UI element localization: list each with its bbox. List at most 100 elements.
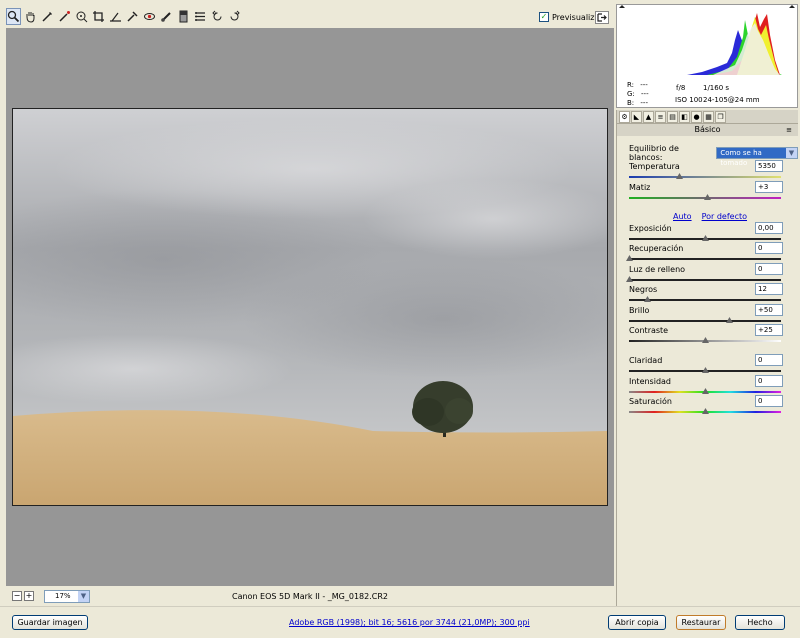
r-label: R: [627, 81, 635, 89]
adjustment-brush-icon[interactable] [159, 8, 174, 25]
toolbar [6, 4, 614, 28]
lens-tab-icon[interactable]: ◧ [679, 111, 690, 123]
b-value: --- [640, 99, 648, 107]
contrast-thumb[interactable] [702, 337, 709, 344]
temperature-input[interactable]: 5350 [755, 160, 783, 172]
fill-light-input[interactable]: 0 [755, 263, 783, 275]
temperature-thumb[interactable] [676, 173, 684, 180]
brightness-thumb[interactable] [726, 317, 734, 324]
zoom-icon[interactable] [6, 7, 21, 25]
reset-button[interactable]: Restaurar [676, 615, 726, 630]
histogram-readout: R: --- G: --- B: --- f/8 1/160 s ISO 100… [617, 79, 797, 107]
tint-slider: Matiz +3 [629, 181, 783, 202]
blacks-thumb[interactable] [644, 296, 652, 303]
brightness-label: Brillo [629, 306, 650, 315]
saturation-input[interactable]: 0 [755, 395, 783, 407]
split-toning-tab-icon[interactable]: ▤ [667, 111, 678, 123]
blacks-slider: Negros 12 [629, 283, 783, 304]
checkbox-check-icon[interactable]: ✓ [539, 12, 549, 22]
detail-tab-icon[interactable]: ▲ [643, 111, 654, 123]
saturation-label: Saturación [629, 397, 672, 406]
fill-light-thumb[interactable] [626, 276, 633, 283]
iso-value: ISO 100 [675, 96, 703, 104]
clarity-thumb[interactable] [702, 367, 709, 374]
brightness-track[interactable] [629, 320, 781, 322]
presets-tab-icon[interactable]: ▦ [703, 111, 714, 123]
hsl-tab-icon[interactable]: ≡ [655, 111, 666, 123]
photo-preview[interactable] [12, 108, 608, 506]
brightness-input[interactable]: +50 [755, 304, 783, 316]
done-button[interactable]: Hecho [735, 615, 785, 630]
camera-filename: Canon EOS 5D Mark II - _MG_0182.CR2 [231, 591, 389, 601]
fullscreen-button[interactable] [595, 11, 609, 24]
saturation-thumb[interactable] [702, 408, 709, 415]
tint-thumb[interactable] [703, 194, 711, 201]
g-label: G: [627, 90, 635, 98]
lens-value: 24-105@24 mm [703, 96, 760, 104]
histogram-chart [617, 5, 797, 75]
snapshots-tab-icon[interactable]: ❐ [715, 111, 726, 123]
camera-calibration-tab-icon[interactable]: ● [691, 111, 702, 123]
landscape-photo [13, 109, 607, 505]
save-image-button[interactable]: Guardar imagen [12, 615, 88, 630]
white-balance-icon[interactable] [40, 8, 55, 25]
g-value: --- [641, 90, 649, 98]
vibrance-slider: Intensidad 0 [629, 375, 783, 396]
highlight-clipping-icon[interactable] [789, 5, 795, 8]
hand-icon[interactable] [23, 8, 38, 25]
vibrance-input[interactable]: 0 [755, 375, 783, 387]
contrast-label: Contraste [629, 326, 669, 335]
recovery-input[interactable]: 0 [755, 242, 783, 254]
clarity-input[interactable]: 0 [755, 354, 783, 366]
recovery-track[interactable] [629, 258, 781, 260]
spot-removal-icon[interactable] [125, 8, 140, 25]
status-bar: − + 17% ▼ Canon EOS 5D Mark II - _MG_018… [6, 586, 614, 606]
default-link[interactable]: Por defecto [702, 212, 747, 221]
straighten-icon[interactable] [108, 8, 123, 25]
fullscreen-icon [597, 13, 607, 22]
target-adjust-icon[interactable] [74, 8, 89, 25]
exposure-thumb[interactable] [702, 235, 709, 242]
rotate-left-icon[interactable] [210, 8, 225, 25]
b-label: B: [627, 99, 635, 107]
auto-link[interactable]: Auto [673, 212, 692, 221]
red-eye-icon[interactable] [142, 8, 157, 25]
workflow-options-link[interactable]: Adobe RGB (1998); bit 16; 5616 por 3744 … [289, 618, 530, 627]
tint-label: Matiz [629, 183, 651, 192]
open-copy-button[interactable]: Abrir copia [608, 615, 666, 630]
clarity-slider: Claridad 0 [629, 354, 783, 375]
footer-bar: Guardar imagen Adobe RGB (1998); bit 16;… [0, 606, 800, 638]
graduated-filter-icon[interactable] [176, 8, 191, 25]
shadow-clipping-icon[interactable] [619, 5, 625, 8]
exposure-label: Exposición [629, 224, 672, 233]
color-sampler-icon[interactable] [57, 8, 72, 25]
fill-light-slider: Luz de relleno 0 [626, 263, 783, 284]
white-balance-select[interactable]: Como se ha tomado ▼ [716, 147, 798, 167]
vibrance-thumb[interactable] [702, 388, 709, 395]
fill-light-track[interactable] [629, 279, 781, 281]
blacks-track[interactable] [629, 299, 781, 301]
basic-tab-icon[interactable]: ⚙ [619, 111, 630, 123]
camera-raw-window: ✓ Previsualizar − + 17% ▼ Canon EOS 5D M… [0, 0, 800, 638]
recovery-label: Recuperación [629, 244, 684, 253]
contrast-input[interactable]: +25 [755, 324, 783, 336]
tint-input[interactable]: +3 [755, 181, 783, 193]
recovery-thumb[interactable] [626, 255, 633, 262]
preview-checkbox[interactable]: ✓ Previsualizar [539, 12, 603, 22]
blacks-label: Negros [629, 285, 658, 294]
panel-title: Básico [694, 125, 721, 134]
fill-light-label: Luz de relleno [629, 265, 686, 274]
exposure-input[interactable]: 0,00 [755, 222, 783, 234]
auto-default-row: Auto Por defecto [673, 212, 747, 221]
panel-menu-icon[interactable]: ≡ [786, 124, 792, 136]
chevron-down-icon[interactable]: ▼ [786, 148, 797, 158]
temperature-track[interactable] [629, 176, 781, 178]
crop-icon[interactable] [91, 8, 106, 25]
white-balance-value: Como se ha tomado [717, 148, 786, 167]
exposure-slider: Exposición 0,00 [629, 222, 783, 243]
rotate-right-icon[interactable] [227, 8, 242, 25]
tone-curve-tab-icon[interactable]: ◣ [631, 111, 642, 123]
image-canvas[interactable] [6, 28, 614, 586]
blacks-input[interactable]: 12 [755, 283, 783, 295]
preferences-icon[interactable] [193, 8, 208, 25]
